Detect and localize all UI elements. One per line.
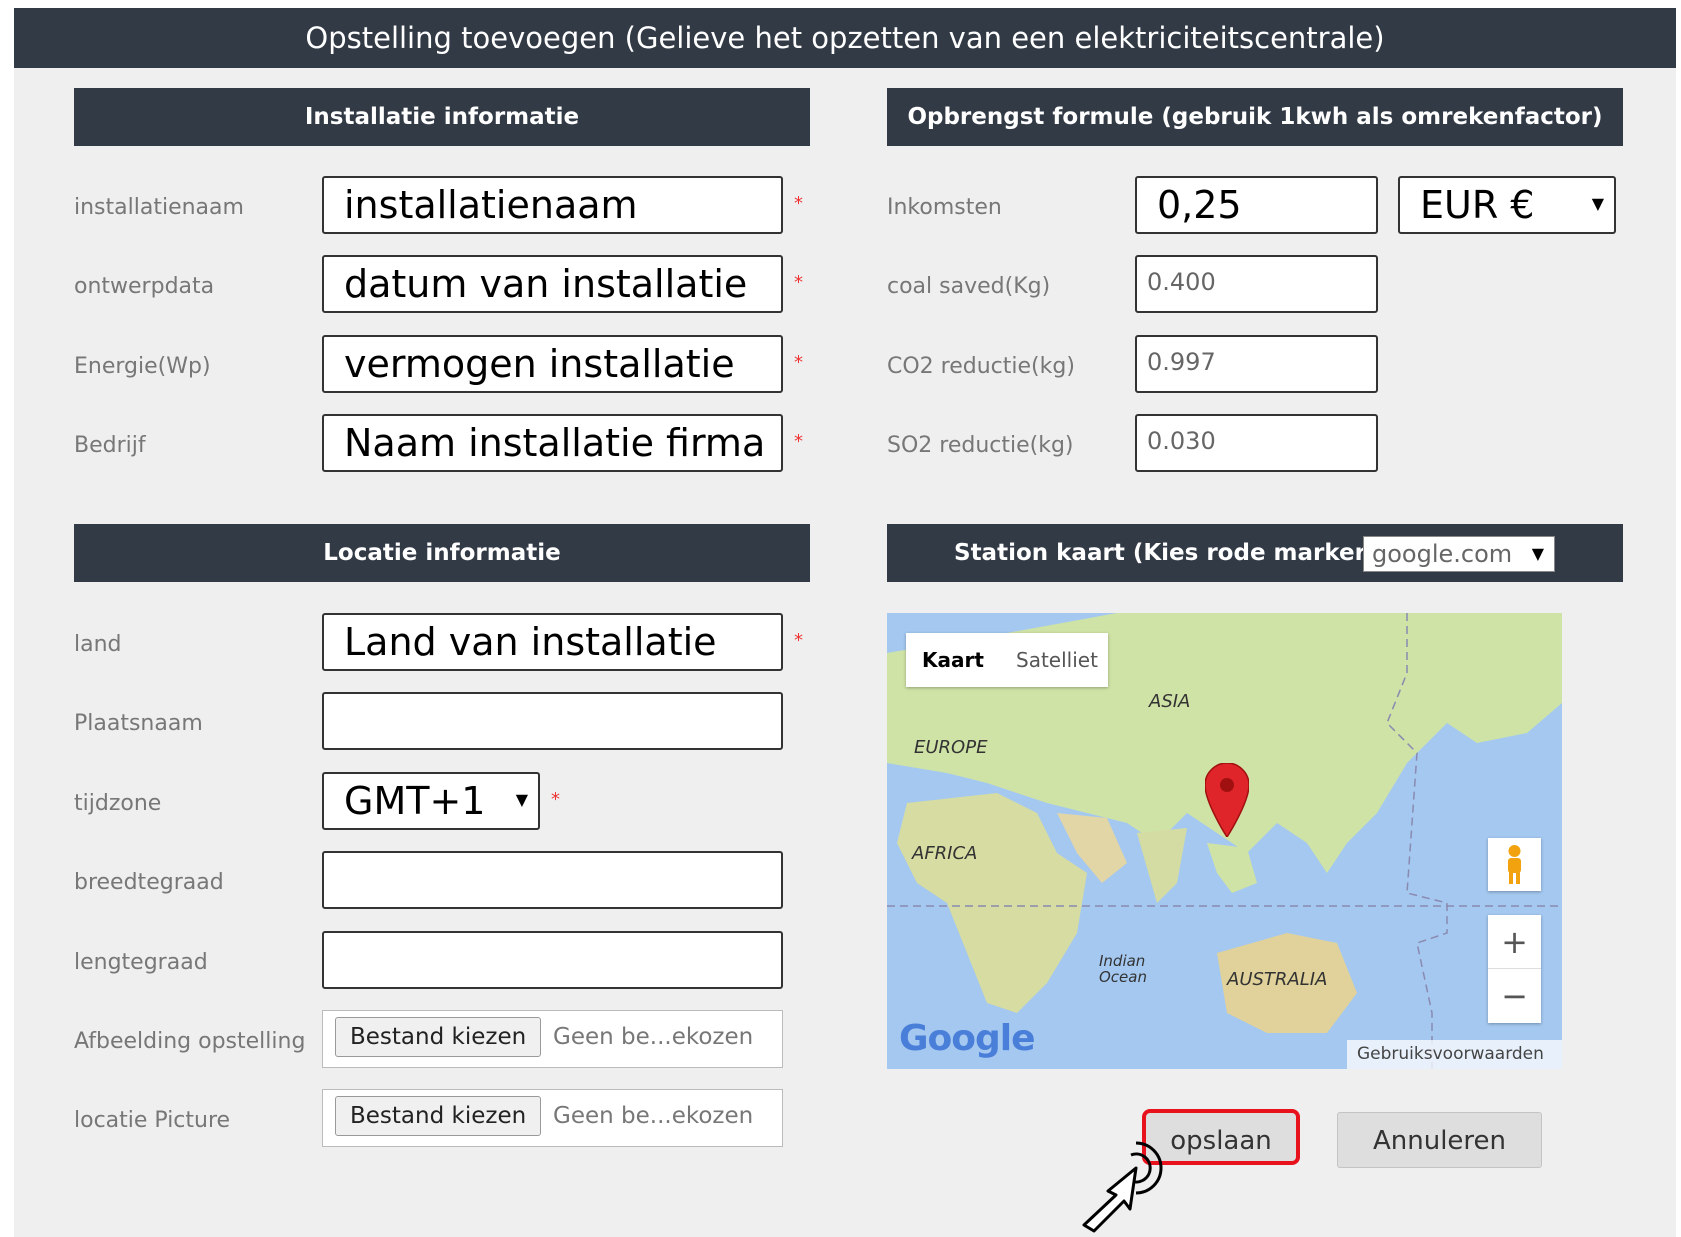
street-view-pegman-icon[interactable] [1488, 838, 1541, 891]
label-plaatsnaam: Plaatsnaam [74, 711, 203, 736]
label-breedtegraad: breedtegraad [74, 870, 224, 895]
cancel-button[interactable]: Annuleren [1337, 1112, 1542, 1168]
map-label-europe: EUROPE [914, 737, 988, 758]
currency-select[interactable]: EUR € ▼ [1398, 176, 1616, 234]
energie-input[interactable]: vermogen installatie [322, 335, 783, 393]
required-marker: * [794, 431, 803, 452]
label-co2: CO2 reductie(kg) [887, 354, 1075, 379]
required-marker: * [551, 789, 560, 810]
coal-value: 0.400 [1147, 268, 1216, 296]
ontwerpdata-value: datum van installatie [344, 262, 748, 306]
bedrijf-input[interactable]: Naam installatie firma [322, 414, 783, 472]
label-tijdzone: tijdzone [74, 791, 162, 816]
zoom-control: + − [1488, 915, 1541, 1023]
afbeelding-file-input[interactable]: Bestand kiezen Geen be...ekozen [322, 1010, 783, 1068]
currency-value: EUR € [1420, 183, 1535, 227]
station-kaart-title: Station kaart (Kies rode markering) [954, 540, 1418, 566]
installatienaam-value: installatienaam [344, 183, 638, 227]
so2-value: 0.030 [1147, 427, 1216, 455]
land-value: Land van installatie [344, 620, 717, 664]
map-provider-select[interactable]: google.com ▼ [1363, 536, 1555, 572]
label-so2: SO2 reductie(kg) [887, 433, 1074, 458]
label-inkomsten: Inkomsten [887, 195, 1002, 220]
plaatsnaam-input[interactable] [322, 692, 783, 750]
required-marker: * [794, 630, 803, 651]
click-cursor-icon [1082, 1141, 1163, 1233]
required-marker: * [794, 352, 803, 373]
map-label-asia: ASIA [1149, 691, 1191, 712]
location-marker-icon[interactable] [1205, 763, 1249, 837]
installatienaam-input[interactable]: installatienaam [322, 176, 783, 234]
required-marker: * [794, 193, 803, 214]
coal-input[interactable]: 0.400 [1135, 255, 1378, 313]
co2-value: 0.997 [1147, 348, 1216, 376]
map-label-africa: AFRICA [912, 843, 978, 864]
map-provider-value: google.com [1372, 540, 1513, 568]
map-label-indian-ocean: Indian Ocean [1099, 952, 1147, 986]
ontwerpdata-input[interactable]: datum van installatie [322, 255, 783, 313]
label-locatie-picture: locatie Picture [74, 1108, 231, 1133]
label-land: land [74, 632, 122, 657]
dialog-title: Opstelling toevoegen (Gelieve het opzett… [14, 8, 1676, 68]
map-label-australia: AUSTRALIA [1227, 969, 1328, 990]
label-ontwerpdata: ontwerpdata [74, 274, 215, 299]
bedrijf-value: Naam installatie firma [344, 421, 766, 465]
file-name: Geen be...ekozen [553, 1024, 754, 1050]
label-installatienaam: installatienaam [74, 195, 244, 220]
land-input[interactable]: Land van installatie [322, 613, 783, 671]
chevron-down-icon: ▼ [1531, 544, 1544, 563]
locatie-picture-file-input[interactable]: Bestand kiezen Geen be...ekozen [322, 1089, 783, 1147]
co2-input[interactable]: 0.997 [1135, 335, 1378, 393]
terms-link[interactable]: Gebruiksvoorwaarden [1347, 1040, 1562, 1069]
label-energie: Energie(Wp) [74, 354, 211, 379]
tijdzone-value: GMT+1 [344, 779, 486, 823]
zoom-out-button[interactable]: − [1488, 969, 1541, 1023]
google-logo: Google [899, 1018, 1036, 1059]
locatie-header: Locatie informatie [74, 524, 810, 582]
label-coal: coal saved(Kg) [887, 274, 1051, 299]
station-kaart-header: Station kaart (Kies rode markering) goog… [887, 524, 1623, 582]
choose-file-button[interactable]: Bestand kiezen [335, 1096, 542, 1136]
label-lengtegraad: lengtegraad [74, 950, 208, 975]
so2-input[interactable]: 0.030 [1135, 414, 1378, 472]
choose-file-button[interactable]: Bestand kiezen [335, 1017, 542, 1057]
opbrengst-header: Opbrengst formule (gebruik 1kwh als omre… [887, 88, 1623, 146]
tijdzone-select[interactable]: GMT+1 ▼ [322, 772, 540, 830]
installatie-header: Installatie informatie [74, 88, 810, 146]
label-afbeelding: Afbeelding opstelling [74, 1029, 306, 1054]
map-type-kaart[interactable]: Kaart [922, 633, 984, 687]
map-type-satelliet[interactable]: Satelliet [1016, 633, 1098, 687]
station-map[interactable]: Kaart Satelliet ASIA EUROPE AFRICA India… [887, 613, 1562, 1069]
inkomsten-input[interactable]: 0,25 [1135, 176, 1378, 234]
breedtegraad-input[interactable] [322, 851, 783, 909]
required-marker: * [794, 272, 803, 293]
file-name: Geen be...ekozen [553, 1103, 754, 1129]
zoom-in-button[interactable]: + [1488, 915, 1541, 969]
map-type-control: Kaart Satelliet [906, 633, 1108, 687]
lengtegraad-input[interactable] [322, 931, 783, 989]
chevron-down-icon: ▼ [515, 790, 528, 809]
chevron-down-icon: ▼ [1591, 194, 1604, 213]
energie-value: vermogen installatie [344, 342, 735, 386]
inkomsten-value: 0,25 [1157, 183, 1242, 227]
label-bedrijf: Bedrijf [74, 433, 146, 458]
